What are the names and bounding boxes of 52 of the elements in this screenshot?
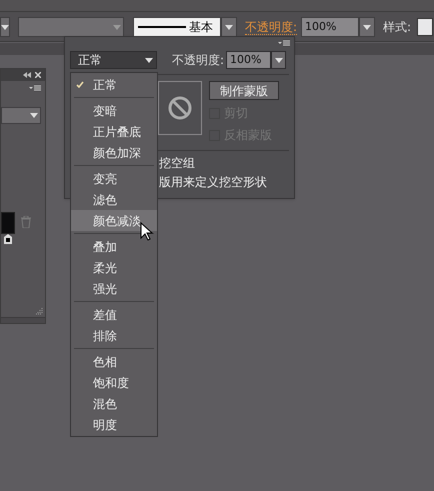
caret-icon xyxy=(30,113,38,118)
menu-item[interactable]: 颜色加深 xyxy=(71,142,157,163)
check-icon xyxy=(76,81,84,88)
dropdown-button[interactable] xyxy=(271,51,286,69)
stop-marker-icon[interactable] xyxy=(4,234,12,244)
panel-menu-icon[interactable] xyxy=(29,84,41,92)
menu-item[interactable]: 叠加 xyxy=(71,236,157,257)
menu-item[interactable]: 明度 xyxy=(71,414,157,435)
caret-icon xyxy=(145,58,153,62)
menu-item[interactable]: 饱和度 xyxy=(71,372,157,393)
menu-item[interactable]: 差值 xyxy=(71,304,157,325)
style-swatch[interactable] xyxy=(417,18,434,36)
dropdown-button[interactable] xyxy=(221,17,237,37)
opacity-field[interactable]: 100% xyxy=(226,51,272,69)
fill-field[interactable] xyxy=(18,17,124,37)
stroke-style-field[interactable]: 基本 xyxy=(133,17,221,37)
opacity-label: 不透明度: xyxy=(172,52,224,69)
resize-grip-icon[interactable] xyxy=(35,307,43,315)
menu-item[interactable]: 正常 xyxy=(71,74,157,95)
make-mask-button[interactable]: 制作蒙版 xyxy=(209,81,279,100)
caret-icon xyxy=(1,24,9,30)
menu-item[interactable]: 变亮 xyxy=(71,168,157,189)
color-stop[interactable] xyxy=(1,212,15,234)
menu-item[interactable]: 滤色 xyxy=(71,189,157,210)
panel-menu-icon[interactable] xyxy=(278,40,290,46)
close-icon[interactable] xyxy=(35,72,41,78)
caret-icon xyxy=(363,24,372,30)
caret-icon xyxy=(225,24,233,30)
stroke-style-label: 基本 xyxy=(189,19,213,36)
option-label: 版用来定义挖空形状 xyxy=(159,174,268,191)
menu-item[interactable]: 排除 xyxy=(71,325,157,346)
dropdown-field[interactable] xyxy=(1,107,41,124)
menu-item[interactable]: 柔光 xyxy=(71,257,157,278)
menu-item[interactable]: 变暗 xyxy=(71,100,157,121)
menu-item[interactable]: 色相 xyxy=(71,351,157,372)
collapse-icon[interactable] xyxy=(23,72,31,78)
caret-icon xyxy=(274,58,283,62)
opacity-field[interactable]: 100% xyxy=(301,17,360,37)
opacity-link[interactable]: 不透明度: xyxy=(245,20,298,34)
menu-item[interactable]: 正片叠底 xyxy=(71,121,157,142)
menu-item[interactable]: 颜色减淡 xyxy=(71,210,157,231)
dropdown-button[interactable] xyxy=(0,17,10,37)
style-label: 样式: xyxy=(383,19,412,36)
option-label: 挖空组 xyxy=(159,155,196,172)
no-symbol-icon xyxy=(168,96,192,120)
cursor-icon xyxy=(140,222,153,241)
menu-item[interactable]: 混色 xyxy=(71,393,157,414)
menu-item[interactable]: 强光 xyxy=(71,278,157,299)
blend-mode-dropdown[interactable]: 正常 xyxy=(70,51,157,69)
caret-icon xyxy=(113,24,121,30)
dropdown-button[interactable] xyxy=(359,17,376,37)
line-icon xyxy=(138,26,186,28)
